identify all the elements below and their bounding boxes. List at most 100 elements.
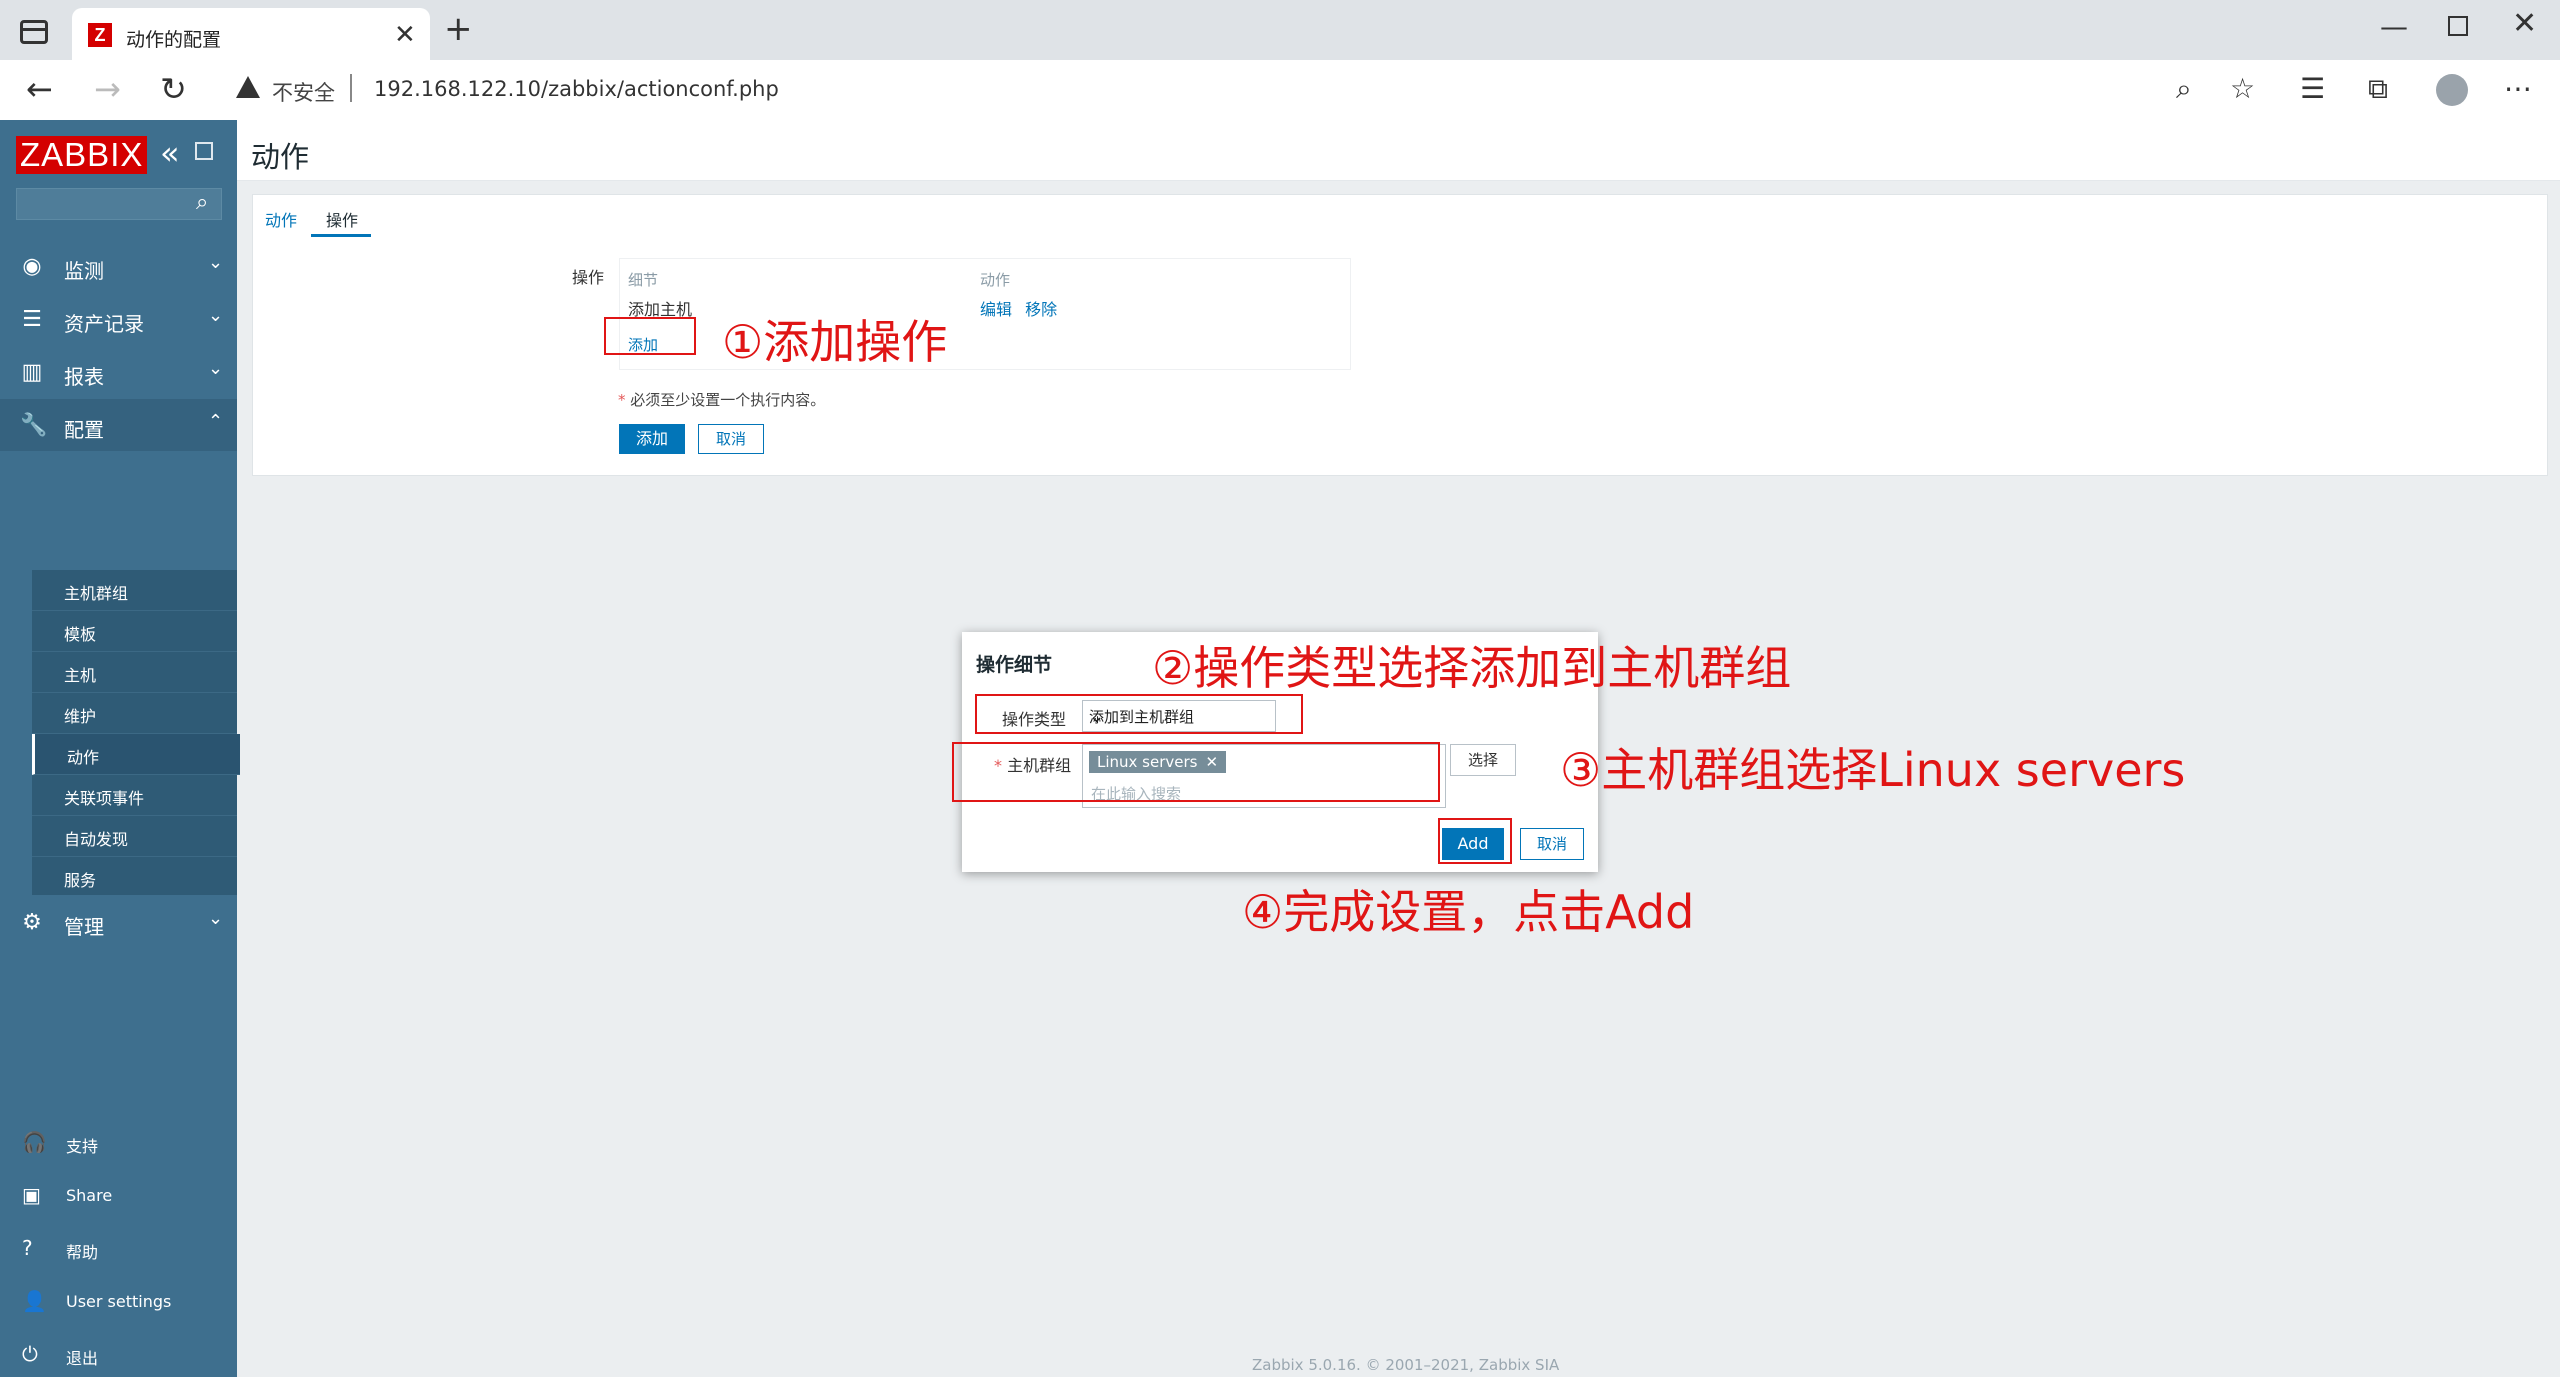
- zabbix-logo[interactable]: ZABBIX: [16, 136, 148, 174]
- menu-reports[interactable]: ▥ 报表 ⌄: [0, 346, 237, 398]
- annotation-box-type: [975, 694, 1303, 734]
- url-field[interactable]: 192.168.122.10/zabbix/actionconf.php: [374, 77, 779, 101]
- menu-monitoring[interactable]: ◉ 监测 ⌄: [0, 240, 237, 292]
- submenu-services[interactable]: 服务: [32, 857, 237, 897]
- maximize-icon[interactable]: [2448, 16, 2468, 36]
- zabbix-favicon-icon: Z: [88, 23, 112, 47]
- tab-close-icon[interactable]: ✕: [394, 20, 416, 50]
- profile-avatar[interactable]: [2436, 74, 2468, 106]
- favorites-icon[interactable]: ☰: [2300, 73, 2325, 105]
- footer-share[interactable]: ▣ Share: [0, 1175, 237, 1215]
- tab-action[interactable]: 动作: [265, 207, 297, 231]
- footer-help[interactable]: ? 帮助: [0, 1228, 237, 1268]
- sidebar: ZABBIX « ⌕ ◉ 监测 ⌄ ☰ 资产记录 ⌄ ▥ 报表 ⌄ 🔧 配置 ⌃…: [0, 120, 240, 1377]
- tab-operations[interactable]: 操作: [326, 207, 358, 231]
- footer-label: 退出: [66, 1349, 99, 1368]
- remove-link[interactable]: 移除: [1025, 300, 1057, 319]
- operation-links: 编辑 移除: [980, 296, 1057, 320]
- submenu-label: 关联项事件: [64, 789, 145, 808]
- menu-label: 管理: [64, 915, 104, 939]
- submenu-actions[interactable]: 动作: [32, 734, 240, 775]
- footer-support[interactable]: 🎧 支持: [0, 1122, 237, 1162]
- footer-label: 支持: [66, 1137, 99, 1156]
- menu-configuration[interactable]: 🔧 配置 ⌃: [0, 399, 237, 451]
- footer-label: 帮助: [66, 1243, 99, 1262]
- action-form-panel: 动作 操作: [252, 194, 2548, 476]
- add-button[interactable]: 添加: [619, 424, 685, 454]
- browser-tab-bar: Z 动作的配置 ✕ + — ✕: [0, 0, 2560, 60]
- menu-inventory[interactable]: ☰ 资产记录 ⌄: [0, 293, 237, 345]
- search-icon[interactable]: ⌕: [196, 190, 208, 215]
- zoom-icon[interactable]: ⌕: [2176, 73, 2192, 105]
- menu-label: 资产记录: [64, 312, 144, 336]
- menu-administration[interactable]: ⚙ 管理 ⌄: [0, 896, 237, 948]
- new-tab-icon[interactable]: +: [444, 12, 473, 46]
- back-arrow-icon[interactable]: ←: [26, 72, 53, 106]
- bar-chart-icon: ▥: [21, 360, 43, 385]
- list-icon: ☰: [22, 307, 42, 332]
- warning-icon: [236, 76, 260, 98]
- forward-arrow-icon[interactable]: →: [94, 72, 121, 106]
- kiosk-mode-icon[interactable]: [195, 142, 213, 160]
- submenu-label: 主机: [64, 666, 97, 685]
- sidebar-search-input[interactable]: [16, 188, 222, 220]
- wrench-icon: 🔧: [20, 413, 48, 438]
- user-icon: 👤: [22, 1289, 47, 1313]
- submenu-event-correlation[interactable]: 关联项事件: [32, 775, 237, 816]
- tab-actions-icon[interactable]: [20, 20, 48, 44]
- submenu-templates[interactable]: 模板: [32, 611, 237, 652]
- security-label[interactable]: 不安全: [272, 77, 335, 107]
- menu-label: 监测: [64, 259, 104, 283]
- collapse-icon[interactable]: «: [160, 134, 180, 172]
- submenu-label: 自动发现: [64, 830, 129, 849]
- share-icon: ▣: [22, 1183, 41, 1207]
- submenu-label: 维护: [64, 707, 97, 726]
- chevron-down-icon: ⌄: [208, 358, 224, 379]
- reload-icon[interactable]: ↻: [160, 72, 187, 106]
- footer-user-settings[interactable]: 👤 User settings: [0, 1281, 237, 1321]
- menu-label: 配置: [64, 418, 104, 442]
- submenu-label: 服务: [64, 871, 97, 890]
- address-bar: ← → ↻ 不安全 192.168.122.10/zabbix/actionco…: [0, 60, 2560, 121]
- annotation-step-2: ②操作类型选择添加到主机群组: [1152, 641, 1792, 695]
- submenu-hosts[interactable]: 主机: [32, 652, 237, 693]
- annotation-box-add: [604, 317, 696, 355]
- cancel-button[interactable]: 取消: [698, 424, 764, 454]
- browser-tab[interactable]: Z 动作的配置 ✕: [72, 8, 430, 60]
- submenu-label: 主机群组: [64, 584, 129, 603]
- required-note: * 必须至少设置一个执行内容。: [618, 391, 826, 409]
- tab-active-indicator: [311, 234, 371, 237]
- required-note-text: 必须至少设置一个执行内容。: [630, 391, 826, 409]
- collections-icon[interactable]: ⧉: [2368, 73, 2388, 105]
- eye-icon: ◉: [22, 254, 42, 279]
- dialog-cancel-button[interactable]: 取消: [1520, 828, 1584, 860]
- footer-logout[interactable]: ⏻ 退出: [0, 1334, 237, 1374]
- submenu-maintenance[interactable]: 维护: [32, 693, 237, 734]
- footer-label: User settings: [66, 1292, 172, 1311]
- favorite-add-icon[interactable]: ☆: [2230, 73, 2255, 105]
- annotation-box-group: [952, 742, 1440, 802]
- edit-link[interactable]: 编辑: [980, 300, 1012, 319]
- minimize-icon[interactable]: —: [2380, 10, 2408, 43]
- submenu-label: 模板: [64, 625, 97, 644]
- page-title: 动作: [251, 140, 310, 174]
- gear-icon: ⚙: [22, 910, 42, 935]
- power-icon: ⏻: [22, 1342, 38, 1366]
- submenu-host-groups[interactable]: 主机群组: [32, 570, 237, 611]
- select-button[interactable]: 选择: [1450, 744, 1516, 776]
- address-separator: [350, 74, 352, 102]
- submenu-discovery[interactable]: 自动发现: [32, 816, 237, 857]
- menu-label: 报表: [64, 365, 104, 389]
- more-icon[interactable]: ⋯: [2504, 73, 2532, 105]
- config-submenu: 主机群组 模板 主机 维护 动作 关联项事件 自动发现 服务: [32, 570, 240, 897]
- tab-title: 动作的配置: [126, 29, 222, 51]
- chevron-up-icon: ⌃: [208, 411, 224, 432]
- help-icon: ?: [22, 1236, 33, 1260]
- window-close-icon[interactable]: ✕: [2512, 6, 2537, 41]
- annotation-step-3: ③主机群组选择Linux servers: [1560, 743, 2186, 797]
- footer-label: Share: [66, 1186, 113, 1205]
- dialog-title: 操作细节: [976, 654, 1053, 676]
- col-detail-header: 细节: [628, 271, 659, 289]
- annotation-step-1: ①添加操作: [722, 315, 948, 369]
- page-footer: Zabbix 5.0.16. © 2001–2021, Zabbix SIA: [1252, 1356, 1560, 1374]
